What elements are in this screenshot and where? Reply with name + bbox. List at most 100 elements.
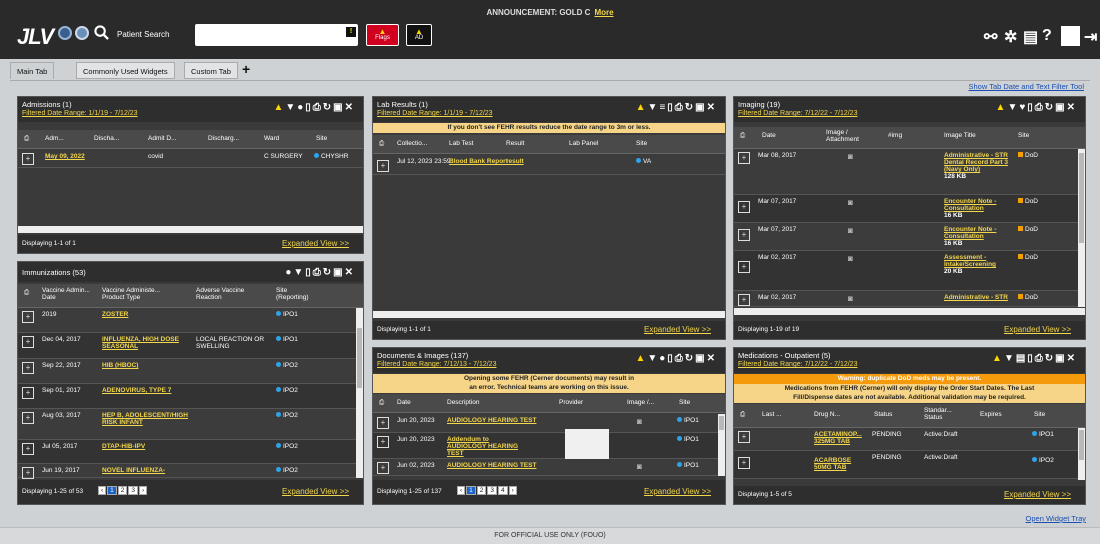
pagination[interactable]: ‹ 1 2 3 ›	[98, 486, 148, 495]
expand-row-icon[interactable]: +	[738, 261, 750, 273]
table-row[interactable]: + Jun 19, 2017 NOVEL INFLUENZA- IPO2	[18, 464, 363, 479]
col-header[interactable]: Site	[679, 399, 690, 406]
prev-page-icon[interactable]: ‹	[457, 486, 466, 495]
table-row[interactable]: + Jul 12, 2023 23:59 Blood Bank Report r…	[373, 155, 725, 175]
table-row[interactable]: + Jun 02, 2023 AUDIOLOGY HEARING TEST ◙ IPO1	[373, 459, 725, 476]
expanded-view-link[interactable]: Expanded View >>	[282, 239, 349, 248]
col-header[interactable]: Image Title	[944, 132, 976, 139]
document-description[interactable]: Addendum to AUDIOLOGY HEARING TEST	[447, 436, 529, 457]
export-icon[interactable]: ⎙	[740, 411, 745, 419]
tab-custom[interactable]: Custom Tab	[184, 62, 238, 79]
expand-row-icon[interactable]: +	[22, 336, 34, 348]
export-icon[interactable]: ⎙	[24, 135, 29, 143]
col-header[interactable]: Description	[447, 399, 480, 406]
expand-row-icon[interactable]: +	[738, 457, 750, 469]
expand-row-icon[interactable]: +	[22, 412, 34, 424]
expand-row-icon[interactable]: +	[22, 153, 34, 165]
vertical-scrollbar[interactable]	[1078, 149, 1085, 307]
expand-row-icon[interactable]: +	[22, 311, 34, 323]
export-icon[interactable]: ⎙	[740, 132, 745, 140]
col-header[interactable]: Discharg...	[208, 135, 239, 142]
vaccine-product[interactable]: ADENOVIRUS, TYPE 7	[102, 387, 171, 394]
ad-button[interactable]: ▲ AD	[406, 24, 432, 46]
prev-page-icon[interactable]: ‹	[98, 486, 107, 495]
image-title[interactable]: Administrative - STR	[944, 294, 1008, 301]
link-icon[interactable]: ⚯	[984, 27, 997, 47]
gear-icon[interactable]: ✲	[1004, 27, 1017, 47]
col-header[interactable]: Adverse Vaccine Reaction	[196, 287, 256, 301]
lab-test[interactable]: Blood Bank Report	[449, 158, 508, 165]
page-2[interactable]: 2	[476, 486, 487, 495]
page-1[interactable]: 1	[107, 486, 117, 495]
widget-toolbar-icons[interactable]: ▲▼♥▯⎙↻▣✕	[996, 102, 1077, 113]
horizontal-scrollbar[interactable]	[18, 226, 363, 233]
expand-row-icon[interactable]: +	[738, 431, 750, 443]
image-title[interactable]: Administrative - STR Dental Record Part …	[944, 152, 1008, 173]
expand-row-icon[interactable]: +	[377, 462, 389, 474]
expand-row-icon[interactable]: +	[22, 387, 34, 399]
export-icon[interactable]: ⎙	[379, 399, 384, 407]
col-header[interactable]: Discha...	[94, 135, 119, 142]
lab-result[interactable]: result	[506, 158, 524, 165]
image-title[interactable]: Assessment - Intake/Screening	[944, 254, 996, 268]
col-header[interactable]: Expires	[980, 411, 1002, 418]
expand-row-icon[interactable]: +	[738, 201, 750, 213]
table-row[interactable]: +2019 ZOSTER IPO1	[18, 308, 363, 333]
col-header[interactable]: Date	[397, 399, 411, 406]
expand-row-icon[interactable]: +	[377, 436, 389, 448]
col-header[interactable]: Vaccine Admin... Date	[42, 287, 90, 301]
table-row[interactable]: + ACETAMINOP... 325MG TAB PENDING Active:Dr…	[734, 428, 1085, 451]
col-header[interactable]: Adm...	[45, 135, 64, 142]
expand-row-icon[interactable]: +	[22, 362, 34, 374]
col-header[interactable]: Admit D...	[148, 135, 177, 142]
widget-toolbar-icons[interactable]: ●▼▯⎙↻▣✕	[285, 267, 355, 278]
next-page-icon[interactable]: ›	[508, 486, 517, 495]
table-row[interactable]: + Jun 20, 2023 Addendum to AUDIOLOGY HEARI…	[373, 429, 725, 459]
col-header[interactable]: Lab Test	[449, 140, 473, 147]
patient-search-label[interactable]: Patient Search	[117, 30, 169, 39]
show-tab-date-filter-link[interactable]: Show Tab Date and Text Filter Tool	[969, 82, 1085, 91]
table-row[interactable]: + Mar 02, 2017 ◙ Administrative - STR DoD	[734, 291, 1085, 307]
date-range-filter[interactable]: Filtered Date Range: 7/12/13 - 7/12/23	[377, 361, 496, 368]
admission-date[interactable]: May 09, 2022	[45, 153, 85, 160]
date-range-filter[interactable]: Filtered Date Range: 7/12/22 - 7/12/23	[738, 361, 857, 368]
vertical-scrollbar[interactable]	[718, 414, 725, 476]
expand-row-icon[interactable]: +	[738, 152, 750, 164]
table-row[interactable]: + May 09, 2022 covid C SURGERY CHYSHR	[18, 150, 363, 168]
col-header[interactable]: Provider	[559, 399, 583, 406]
document-description[interactable]: AUDIOLOGY HEARING TEST	[447, 417, 536, 424]
col-header[interactable]: Site (Reporting)	[276, 287, 316, 301]
table-row[interactable]: + Mar 07, 2017 ◙ Encounter Note - Consultat…	[734, 223, 1085, 251]
table-row[interactable]: + ACARBOSE 50MG TAB PENDING Active:Draft IPO…	[734, 451, 1085, 479]
logout-icon[interactable]: ⇥	[1084, 27, 1097, 47]
expand-row-icon[interactable]: +	[377, 160, 389, 172]
vaccine-product[interactable]: DTAP-HIB-IPV	[102, 443, 145, 450]
user-avatar[interactable]	[1061, 26, 1080, 46]
camera-icon[interactable]: ◙	[637, 417, 642, 426]
col-header[interactable]: Drug N...	[814, 411, 840, 418]
col-header[interactable]: Result	[506, 140, 524, 147]
expand-row-icon[interactable]: +	[738, 294, 750, 306]
table-row[interactable]: + Sep 01, 2017 ADENOVIRUS, TYPE 7 IPO2	[18, 384, 363, 409]
camera-icon[interactable]: ◙	[637, 462, 642, 471]
announcement-more-link[interactable]: More	[594, 8, 613, 17]
patient-search-input[interactable]	[195, 24, 358, 46]
col-header[interactable]: Collectio...	[397, 140, 427, 147]
horizontal-scrollbar[interactable]	[373, 311, 725, 318]
image-title[interactable]: Encounter Note - Consultation	[944, 226, 996, 240]
vertical-scrollbar[interactable]	[356, 308, 363, 478]
expand-row-icon[interactable]: +	[377, 417, 389, 429]
next-page-icon[interactable]: ›	[139, 486, 148, 495]
document-icon[interactable]: ▤	[1023, 27, 1038, 47]
drug-name[interactable]: ACARBOSE 50MG TAB	[814, 457, 870, 471]
table-row[interactable]: + Aug 03, 2017 HEP B, ADOLESCENT/HIGH RISK…	[18, 409, 363, 440]
table-row[interactable]: + Jul 05, 2017 DTAP-HIB-IPV IPO2	[18, 440, 363, 464]
widget-toolbar-icons[interactable]: ▲▼▤▯⎙↻▣✕	[992, 353, 1077, 364]
horizontal-scrollbar[interactable]	[734, 308, 1085, 315]
export-icon[interactable]: ⎙	[379, 140, 384, 148]
table-row[interactable]: + Mar 08, 2017 ◙ Administrative - STR Denta…	[734, 149, 1085, 195]
tab-commonly-used-widgets[interactable]: Commonly Used Widgets	[76, 62, 175, 79]
document-description[interactable]: AUDIOLOGY HEARING TEST	[447, 462, 536, 469]
vaccine-product[interactable]: NOVEL INFLUENZA-	[102, 467, 165, 474]
page-3[interactable]: 3	[487, 486, 498, 495]
